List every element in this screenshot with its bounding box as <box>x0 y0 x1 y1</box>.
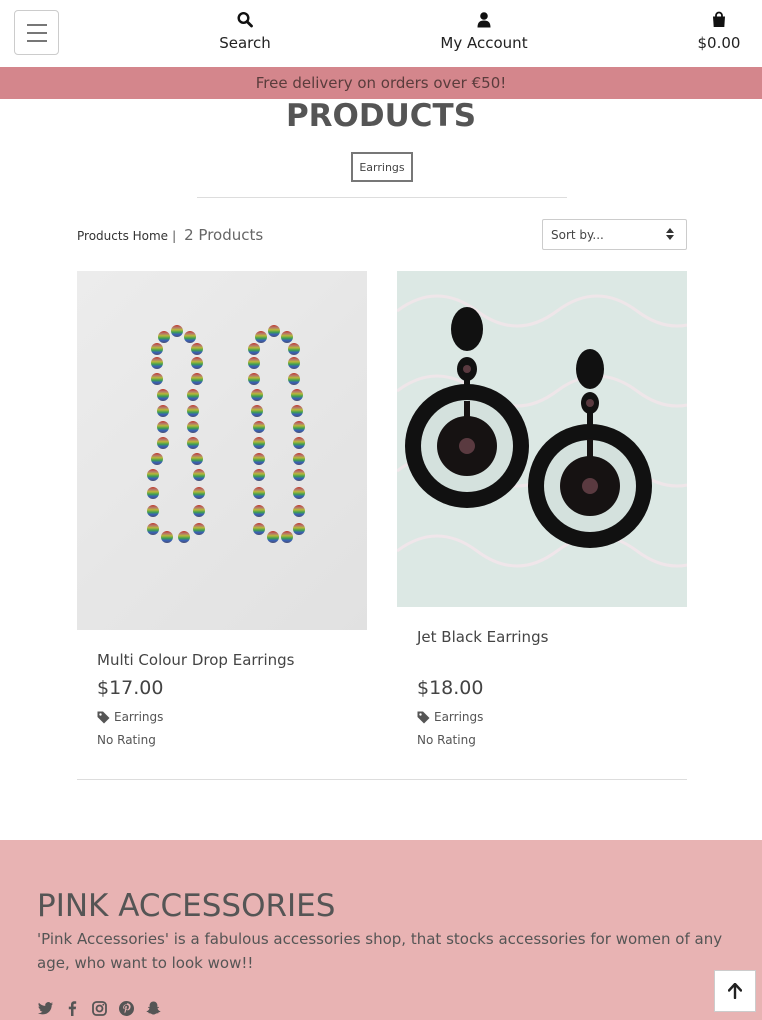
earring-photo <box>397 294 687 568</box>
title-divider <box>197 197 567 198</box>
sort-caret-icon <box>666 228 674 240</box>
snapchat-icon[interactable] <box>145 1000 162 1017</box>
breadcrumb-separator: | <box>172 229 177 243</box>
back-to-top-button[interactable] <box>714 970 756 1012</box>
products-divider <box>77 779 687 780</box>
social-links <box>37 1000 162 1017</box>
product-category-label: Earrings <box>114 710 164 724</box>
arrow-up-icon <box>728 983 742 999</box>
facebook-icon[interactable] <box>64 1000 81 1017</box>
hamburger-icon <box>26 23 47 26</box>
product-image[interactable] <box>397 271 687 607</box>
sort-selected-value: Sort by... <box>551 227 604 242</box>
product-category-link[interactable]: Earrings <box>97 710 163 724</box>
earring-photo <box>147 325 305 543</box>
nav-bag-link[interactable]: $0.00 <box>688 11 750 52</box>
product-count: 2 Products <box>184 226 264 244</box>
search-icon <box>237 11 253 28</box>
tag-icon <box>97 711 110 723</box>
promo-banner: Free delivery on orders over €50! <box>0 67 762 99</box>
nav-search-link[interactable]: Search <box>207 11 283 52</box>
menu-toggle-button[interactable] <box>14 10 59 55</box>
product-price: $18.00 <box>417 677 484 699</box>
product-rating: No Rating <box>417 733 476 747</box>
product-name[interactable]: Jet Black Earrings <box>417 628 548 646</box>
product-name[interactable]: Multi Colour Drop Earrings <box>97 651 294 669</box>
product-rating: No Rating <box>97 733 156 747</box>
footer-title: PINK ACCESSORIES <box>37 888 336 924</box>
instagram-icon[interactable] <box>91 1000 108 1017</box>
shopping-bag-icon <box>713 11 725 27</box>
page-title: PRODUCTS <box>285 98 477 134</box>
footer: PINK ACCESSORIES 'Pink Accessories' is a… <box>0 840 762 1020</box>
promo-text: Free delivery on orders over €50! <box>255 74 507 92</box>
footer-description: 'Pink Accessories' is a fabulous accesso… <box>37 930 723 972</box>
top-navbar: Search My Account $0.00 <box>0 0 762 67</box>
product-price: $17.00 <box>97 677 164 699</box>
breadcrumb: Products Home | 2 Products <box>77 226 263 244</box>
sort-select[interactable]: Sort by... <box>542 219 687 250</box>
product-category-label: Earrings <box>434 710 484 724</box>
tag-icon <box>417 711 430 723</box>
product-image[interactable] <box>77 271 367 630</box>
nav-search-label: Search <box>219 34 271 52</box>
user-icon <box>477 12 491 28</box>
bag-total: $0.00 <box>697 34 741 52</box>
products-home-link[interactable]: Products Home <box>77 229 168 243</box>
product-category-link[interactable]: Earrings <box>417 710 483 724</box>
twitter-icon[interactable] <box>37 1000 54 1017</box>
nav-account-label: My Account <box>440 34 528 52</box>
pinterest-icon[interactable] <box>118 1000 135 1017</box>
nav-account-link[interactable]: My Account <box>434 11 534 52</box>
category-filter-chip[interactable]: Earrings <box>351 152 413 182</box>
